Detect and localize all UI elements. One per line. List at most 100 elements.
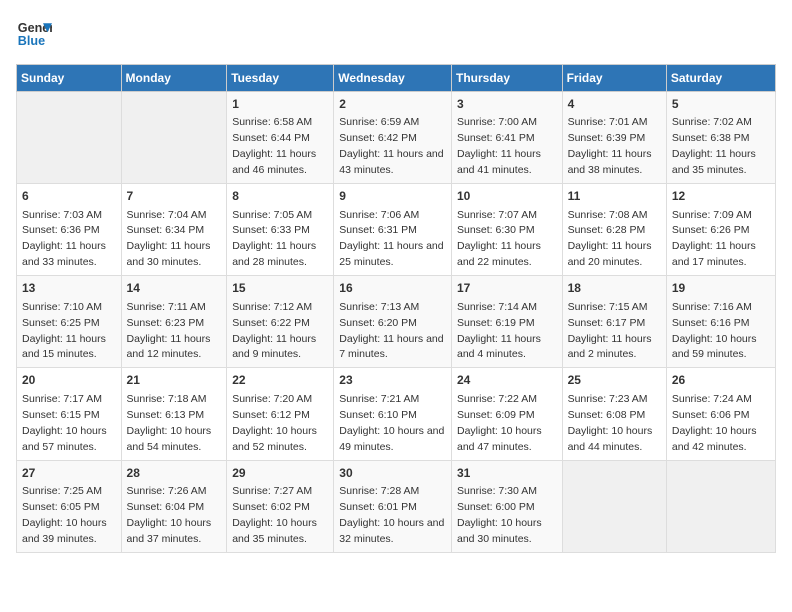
cell-sunrise: Sunrise: 7:06 AM — [339, 209, 419, 221]
calendar-cell — [562, 460, 666, 552]
day-number: 2 — [339, 96, 446, 113]
cell-sunrise: Sunrise: 7:21 AM — [339, 393, 419, 405]
day-number: 17 — [457, 280, 557, 297]
calendar-cell: 20Sunrise: 7:17 AMSunset: 6:15 PMDayligh… — [17, 368, 122, 460]
cell-sunset: Sunset: 6:26 PM — [672, 224, 750, 236]
calendar-cell: 16Sunrise: 7:13 AMSunset: 6:20 PMDayligh… — [334, 276, 452, 368]
cell-sunset: Sunset: 6:38 PM — [672, 132, 750, 144]
day-number: 15 — [232, 280, 328, 297]
weekday-header-tuesday: Tuesday — [227, 65, 334, 92]
cell-sunset: Sunset: 6:39 PM — [568, 132, 646, 144]
calendar-cell: 23 Sunrise: 7:21 AM Sunset: 6:10 PM Dayligh… — [334, 368, 452, 460]
calendar-cell: 18Sunrise: 7:15 AMSunset: 6:17 PMDayligh… — [562, 276, 666, 368]
calendar-cell: 12Sunrise: 7:09 AMSunset: 6:26 PMDayligh… — [666, 184, 775, 276]
cell-sunset: Sunset: 6:12 PM — [232, 409, 310, 421]
calendar-cell: 14Sunrise: 7:11 AMSunset: 6:23 PMDayligh… — [121, 276, 227, 368]
weekday-header-row: SundayMondayTuesdayWednesdayThursdayFrid… — [17, 65, 776, 92]
day-number: 25 — [568, 372, 661, 389]
cell-sunrise: Sunrise: 7:20 AM — [232, 393, 312, 405]
svg-text:Blue: Blue — [18, 34, 45, 48]
calendar-cell: 7Sunrise: 7:04 AMSunset: 6:34 PMDaylight… — [121, 184, 227, 276]
cell-sunset: Sunset: 6:23 PM — [127, 317, 205, 329]
cell-sunrise: Sunrise: 7:23 AM — [568, 393, 648, 405]
calendar-cell: 30Sunrise: 7:28 AMSunset: 6:01 PMDayligh… — [334, 460, 452, 552]
weekday-header-thursday: Thursday — [451, 65, 562, 92]
cell-sunrise: Sunrise: 7:02 AM — [672, 116, 752, 128]
weekday-header-wednesday: Wednesday — [334, 65, 452, 92]
day-number: 18 — [568, 280, 661, 297]
weekday-header-monday: Monday — [121, 65, 227, 92]
cell-sunset: Sunset: 6:42 PM — [339, 132, 417, 144]
cell-sunset: Sunset: 6:41 PM — [457, 132, 535, 144]
calendar-cell: 15Sunrise: 7:12 AMSunset: 6:22 PMDayligh… — [227, 276, 334, 368]
cell-sunset: Sunset: 6:31 PM — [339, 224, 417, 236]
weekday-header-sunday: Sunday — [17, 65, 122, 92]
day-number: 7 — [127, 188, 222, 205]
weekday-header-friday: Friday — [562, 65, 666, 92]
cell-sunset: Sunset: 6:01 PM — [339, 501, 417, 513]
cell-sunset: Sunset: 6:06 PM — [672, 409, 750, 421]
cell-sunset: Sunset: 6:13 PM — [127, 409, 205, 421]
calendar-cell: 28Sunrise: 7:26 AMSunset: 6:04 PMDayligh… — [121, 460, 227, 552]
calendar-cell: 10Sunrise: 7:07 AMSunset: 6:30 PMDayligh… — [451, 184, 562, 276]
day-number: 11 — [568, 188, 661, 205]
cell-sunrise: Sunrise: 7:22 AM — [457, 393, 537, 405]
cell-daylight: Daylight: 11 hours and 9 minutes. — [232, 333, 316, 361]
day-number: 1 — [232, 96, 328, 113]
cell-sunrise: Sunrise: 6:58 AM — [232, 116, 312, 128]
cell-daylight: Daylight: 11 hours and 25 minutes. — [339, 240, 443, 268]
cell-sunset: Sunset: 6:04 PM — [127, 501, 205, 513]
page-header: General Blue — [16, 16, 776, 52]
day-number: 4 — [568, 96, 661, 113]
cell-daylight: Daylight: 11 hours and 35 minutes. — [672, 148, 756, 176]
day-number: 10 — [457, 188, 557, 205]
cell-sunset: Sunset: 6:15 PM — [22, 409, 100, 421]
cell-daylight: Daylight: 10 hours and 52 minutes. — [232, 425, 317, 453]
cell-sunrise: Sunrise: 7:04 AM — [127, 209, 207, 221]
calendar-cell — [17, 92, 122, 184]
cell-sunrise: Sunrise: 7:28 AM — [339, 485, 419, 497]
calendar-cell: 27Sunrise: 7:25 AMSunset: 6:05 PMDayligh… — [17, 460, 122, 552]
cell-daylight: Daylight: 11 hours and 33 minutes. — [22, 240, 106, 268]
cell-sunrise: Sunrise: 7:12 AM — [232, 301, 312, 313]
cell-daylight: Daylight: 11 hours and 20 minutes. — [568, 240, 652, 268]
calendar-cell — [666, 460, 775, 552]
cell-sunset: Sunset: 6:25 PM — [22, 317, 100, 329]
week-row-4: 20Sunrise: 7:17 AMSunset: 6:15 PMDayligh… — [17, 368, 776, 460]
calendar-cell: 17Sunrise: 7:14 AMSunset: 6:19 PMDayligh… — [451, 276, 562, 368]
calendar-cell: 6Sunrise: 7:03 AMSunset: 6:36 PMDaylight… — [17, 184, 122, 276]
cell-daylight: Daylight: 10 hours and 47 minutes. — [457, 425, 542, 453]
day-number: 9 — [339, 188, 446, 205]
day-number: 26 — [672, 372, 770, 389]
day-number: 23 — [339, 372, 446, 389]
cell-sunrise: Sunrise: 7:16 AM — [672, 301, 752, 313]
cell-sunset: Sunset: 6:02 PM — [232, 501, 310, 513]
cell-sunrise: Sunrise: 7:14 AM — [457, 301, 537, 313]
calendar-cell: 22 Sunrise: 7:20 AM Sunset: 6:12 PM Dayligh… — [227, 368, 334, 460]
calendar-cell: 25Sunrise: 7:23 AMSunset: 6:08 PMDayligh… — [562, 368, 666, 460]
cell-sunrise: Sunrise: 7:13 AM — [339, 301, 419, 313]
cell-daylight: Daylight: 10 hours and 49 minutes. — [339, 425, 444, 453]
day-number: 22 — [232, 372, 328, 389]
cell-sunset: Sunset: 6:28 PM — [568, 224, 646, 236]
cell-sunrise: Sunrise: 7:10 AM — [22, 301, 102, 313]
calendar-cell — [121, 92, 227, 184]
cell-sunset: Sunset: 6:36 PM — [22, 224, 100, 236]
day-number: 31 — [457, 465, 557, 482]
cell-sunset: Sunset: 6:10 PM — [339, 409, 417, 421]
day-number: 20 — [22, 372, 116, 389]
day-number: 19 — [672, 280, 770, 297]
cell-daylight: Daylight: 11 hours and 2 minutes. — [568, 333, 652, 361]
cell-sunrise: Sunrise: 7:25 AM — [22, 485, 102, 497]
day-number: 30 — [339, 465, 446, 482]
day-number: 8 — [232, 188, 328, 205]
cell-sunrise: Sunrise: 7:30 AM — [457, 485, 537, 497]
weekday-header-saturday: Saturday — [666, 65, 775, 92]
cell-daylight: Daylight: 10 hours and 30 minutes. — [457, 517, 542, 545]
day-number: 16 — [339, 280, 446, 297]
cell-daylight: Daylight: 10 hours and 37 minutes. — [127, 517, 212, 545]
cell-sunset: Sunset: 6:44 PM — [232, 132, 310, 144]
cell-sunrise: Sunrise: 7:07 AM — [457, 209, 537, 221]
day-number: 21 — [127, 372, 222, 389]
cell-sunset: Sunset: 6:08 PM — [568, 409, 646, 421]
